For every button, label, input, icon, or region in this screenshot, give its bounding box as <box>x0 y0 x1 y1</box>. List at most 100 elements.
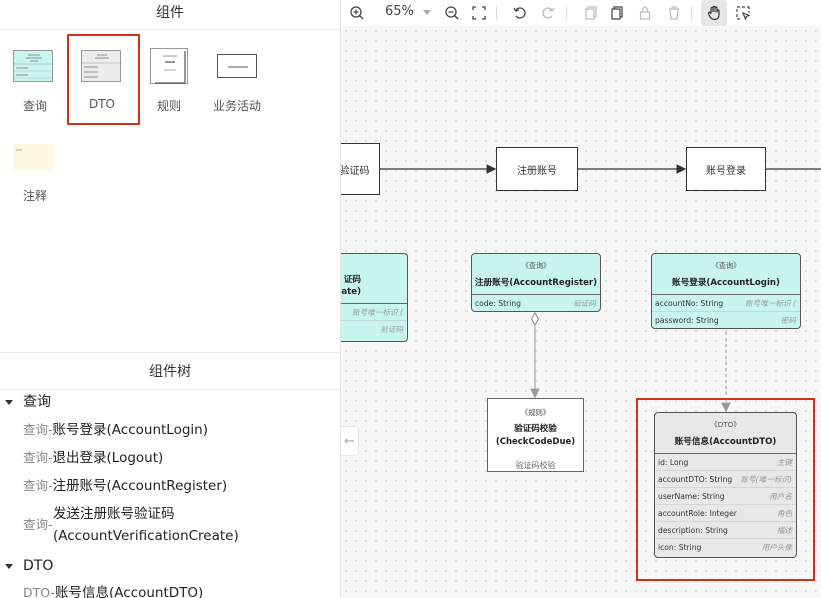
card-field-row: 验证码 <box>341 321 407 338</box>
card-field-comment: 账号唯一标识 ( <box>352 308 403 317</box>
card-field-name: accountRole: Integer <box>658 509 737 518</box>
query-card-verification-create[interactable]: 证码 onCreate) 账号唯一标识 ( 验证码 <box>341 253 408 342</box>
tree-group-label: DTO <box>23 558 54 574</box>
components-panel-title: 组件 <box>0 0 340 30</box>
card-stereotype: 《DTO》 <box>710 420 741 429</box>
caret-down-icon[interactable] <box>5 399 13 405</box>
zoom-in-icon[interactable] <box>347 3 367 23</box>
query-thumbnail-lines <box>14 54 54 79</box>
toolbar-divider <box>496 6 497 20</box>
component-tree-title: 组件树 <box>0 352 340 390</box>
process-node-login[interactable]: 账号登录 <box>686 147 766 191</box>
tree-item-account-dto[interactable]: DTO-账号信息(AccountDTO) <box>23 582 203 598</box>
component-note[interactable]: 注释 <box>0 126 70 206</box>
toolbar-divider <box>566 6 567 20</box>
tree-item-account-login[interactable]: 查询-账号登录(AccountLogin) <box>23 419 208 441</box>
card-field-row: code: String 验证码 <box>472 295 600 311</box>
activity-thumbnail <box>217 54 257 78</box>
process-node-label: 注册账号 <box>517 165 557 177</box>
card-name-line2: onCreate) <box>341 287 361 297</box>
select-icon[interactable] <box>733 3 753 23</box>
card-field-row: icon: String 用户头像 <box>655 539 796 556</box>
chevron-left-icon: ← <box>344 433 355 449</box>
process-node-verification-code[interactable]: 验证码 <box>341 143 380 195</box>
selected-component-highlight <box>67 34 140 125</box>
process-node-label: 账号登录 <box>706 165 746 177</box>
rule-name-line2: (CheckCodeDue) <box>495 437 576 447</box>
collapse-panel-button[interactable]: ← <box>341 426 359 456</box>
card-field-row: password: String 密码 <box>652 312 800 328</box>
process-node-register[interactable]: 注册账号 <box>496 147 578 191</box>
card-field-comment: 描述 <box>776 526 792 535</box>
zoom-select[interactable]: 65% <box>385 4 414 19</box>
tree-group-dto[interactable]: DTO <box>0 555 53 577</box>
tree-item-prefix: 查询- <box>23 422 53 437</box>
tree-item-prefix: 查询- <box>23 450 53 465</box>
card-name-line1: 证码 <box>343 275 361 285</box>
diagram-canvas[interactable]: 验证码 注册账号 账号登录 证码 onCreate) 账号唯一标识 ( 验证码 《… <box>341 26 821 598</box>
card-field-comment: 密码 <box>780 316 796 325</box>
card-name: 证码 onCreate) <box>341 254 361 298</box>
component-rule[interactable]: 规则 <box>134 36 204 116</box>
copy-icon[interactable] <box>581 3 601 23</box>
tree-group-query[interactable]: 查询 <box>0 391 51 413</box>
card-field-comment: 用户头像 <box>761 543 792 552</box>
rule-card-check-code-due[interactable]: 《规则》 验证码校验 (CheckCodeDue) 验证码校验 <box>487 398 584 472</box>
tree-group-label: 查询 <box>23 394 51 410</box>
tree-item-prefix: DTO- <box>23 585 55 598</box>
activity-thumbnail-lines <box>228 66 248 68</box>
hand-icon[interactable] <box>701 0 727 26</box>
tree-item-prefix: 查询- <box>23 478 53 493</box>
toolbar-divider <box>691 6 692 20</box>
card-field-name: password: String <box>655 316 719 325</box>
tree-item-account-register[interactable]: 查询-注册账号(AccountRegister) <box>23 475 227 497</box>
card-stereotype: 《查询》 <box>711 261 741 270</box>
component-rule-label: 规则 <box>156 99 181 113</box>
caret-down-icon[interactable] <box>5 563 13 569</box>
delete-icon[interactable] <box>664 3 684 23</box>
rule-stereotype: 《规则》 <box>520 408 551 417</box>
card-field-comment: 验证码 <box>573 299 596 308</box>
component-activity-label: 业务活动 <box>212 99 261 113</box>
component-query-label: 查询 <box>22 99 47 113</box>
tree-item-verification-create[interactable]: 查询- 发送注册账号验证码 (AccountVerificationCreate) <box>23 503 323 549</box>
card-field-row: accountNo: String 账号唯一标识 ( <box>652 295 800 312</box>
fit-screen-icon[interactable] <box>469 3 489 23</box>
component-query[interactable]: 查询 <box>0 36 70 116</box>
card-stereotype: 《查询》 <box>521 261 551 270</box>
card-field-comment: 账号唯一标识 ( <box>745 299 796 308</box>
toolbar: 65% <box>341 0 821 26</box>
component-note-label: 注释 <box>22 189 47 203</box>
rule-footer: 验证码校验 <box>515 461 556 470</box>
card-field-comment: 账号(唯一标识) <box>740 475 793 484</box>
rule-name-line1: 验证码校验 <box>514 424 557 434</box>
card-field-row: accountRole: Integer 角色 <box>655 505 796 522</box>
tree-item-logout[interactable]: 查询-退出登录(Logout) <box>23 447 163 469</box>
card-field-name: accountDTO: String <box>658 475 733 484</box>
card-field-row: id: Long 主键 <box>655 454 796 471</box>
dto-card-account-dto[interactable]: 《DTO》 账号信息(AccountDTO) id: Long 主键 accoun… <box>654 412 797 558</box>
tree-item-text: 账号信息(AccountDTO) <box>54 585 204 598</box>
card-field-comment: 角色 <box>776 509 792 518</box>
card-header: 《查询》 注册账号(AccountRegister) <box>472 254 600 295</box>
paste-icon[interactable] <box>607 3 627 23</box>
zoom-out-icon[interactable] <box>442 3 462 23</box>
tree-item-text-line1: 发送注册账号验证码 <box>53 506 175 522</box>
card-field-name: icon: String <box>658 543 702 552</box>
zoom-dropdown-icon[interactable] <box>423 10 431 15</box>
card-field-name: accountNo: String <box>655 299 724 308</box>
card-header: 《查询》 账号登录(AccountLogin) <box>652 254 800 295</box>
component-activity[interactable]: 业务活动 <box>202 36 272 116</box>
card-field-row: 账号唯一标识 ( <box>341 304 407 321</box>
query-card-account-login[interactable]: 《查询》 账号登录(AccountLogin) accountNo: Strin… <box>651 253 801 329</box>
card-field-comment: 验证码 <box>380 325 403 334</box>
card-field-row: userName: String 用户名 <box>655 488 796 505</box>
card-name: 账号登录(AccountLogin) <box>672 278 780 288</box>
undo-icon[interactable] <box>510 3 530 23</box>
tree-item-text: 账号登录(AccountLogin) <box>52 422 208 438</box>
redo-icon[interactable] <box>538 3 558 23</box>
query-card-account-register[interactable]: 《查询》 注册账号(AccountRegister) code: String 验… <box>471 253 601 312</box>
rule-name: 验证码校验 (CheckCodeDue) <box>488 423 583 449</box>
note-thumbnail <box>13 144 53 170</box>
lock-icon[interactable] <box>635 3 655 23</box>
